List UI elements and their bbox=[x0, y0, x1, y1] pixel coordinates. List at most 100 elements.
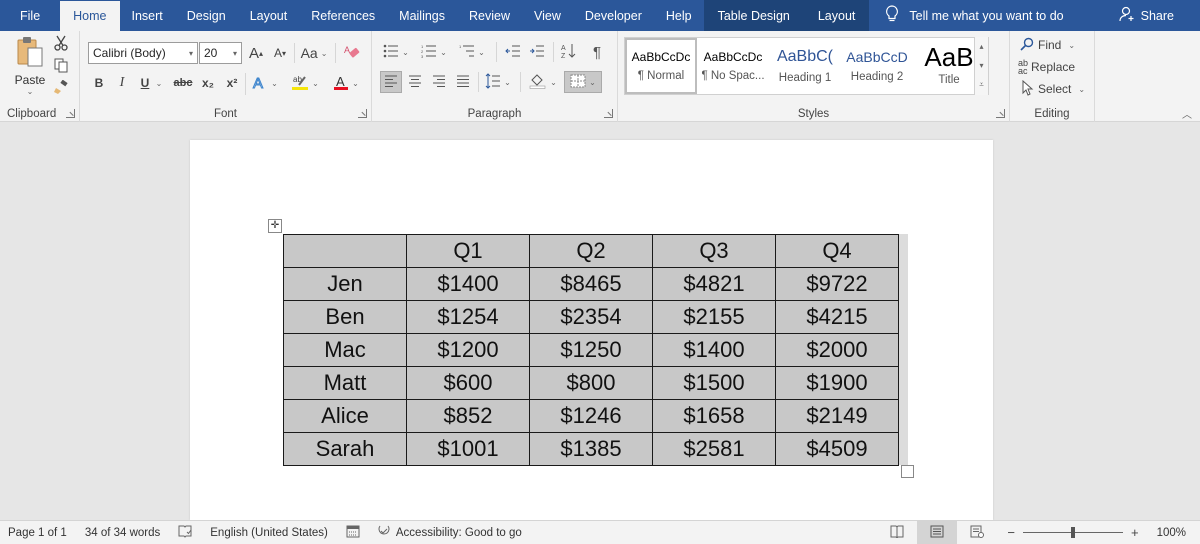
table-cell[interactable]: $2354 bbox=[529, 300, 653, 334]
print-layout-button[interactable] bbox=[917, 521, 958, 544]
style-no-spacing[interactable]: AaBbCcDc ¶ No Spac... bbox=[697, 38, 769, 94]
share-button[interactable]: Share bbox=[1119, 0, 1200, 31]
accessibility-checker[interactable]: Accessibility: Good to go bbox=[376, 524, 522, 541]
tab-layout[interactable]: Layout bbox=[238, 0, 300, 31]
justify-button[interactable] bbox=[452, 71, 474, 93]
zoom-slider[interactable] bbox=[1022, 527, 1123, 538]
scroll-up-icon[interactable]: ▴ bbox=[979, 42, 983, 51]
font-launcher-icon[interactable] bbox=[358, 109, 367, 118]
table-cell[interactable]: $4215 bbox=[775, 300, 899, 334]
table-cell[interactable]: $1254 bbox=[406, 300, 530, 334]
clipboard-launcher-icon[interactable] bbox=[66, 109, 75, 118]
increase-indent-button[interactable] bbox=[526, 41, 548, 63]
style-heading-2[interactable]: AaBbCcD Heading 2 bbox=[841, 38, 913, 94]
table-cell[interactable]: Jen bbox=[283, 267, 407, 301]
table-move-handle-icon[interactable]: ✛ bbox=[268, 219, 282, 233]
zoom-out-button[interactable]: − bbox=[1007, 525, 1015, 540]
web-layout-button[interactable] bbox=[957, 521, 997, 544]
data-table[interactable]: Q1 Q2 Q3 Q4 Jen $1400 $8465 $4821 $9722 … bbox=[283, 234, 899, 466]
macro-recording-button[interactable] bbox=[346, 525, 360, 541]
tab-view[interactable]: View bbox=[522, 0, 573, 31]
language-indicator[interactable]: English (United States) bbox=[210, 527, 328, 539]
align-right-button[interactable] bbox=[428, 71, 450, 93]
strikethrough-button[interactable]: abc bbox=[172, 73, 194, 93]
table-cell[interactable]: $1250 bbox=[529, 333, 653, 367]
page-count[interactable]: Page 1 of 1 bbox=[8, 527, 67, 539]
scroll-down-icon[interactable]: ▾ bbox=[979, 61, 983, 70]
table-cell[interactable]: $1900 bbox=[775, 366, 899, 400]
style-normal[interactable]: AaBbCcDc ¶ Normal bbox=[625, 38, 697, 94]
collapse-ribbon-button[interactable]: ︿ bbox=[1180, 107, 1194, 121]
tab-file[interactable]: File bbox=[0, 0, 60, 31]
table-cell[interactable]: Sarah bbox=[283, 432, 407, 466]
table-header-cell[interactable]: Q3 bbox=[652, 234, 776, 268]
decrease-indent-button[interactable] bbox=[502, 41, 524, 63]
table-cell[interactable]: $852 bbox=[406, 399, 530, 433]
tab-help[interactable]: Help bbox=[654, 0, 704, 31]
superscript-button[interactable]: x² bbox=[222, 73, 242, 93]
tab-developer[interactable]: Developer bbox=[573, 0, 654, 31]
table-cell[interactable]: $1001 bbox=[406, 432, 530, 466]
tab-design[interactable]: Design bbox=[175, 0, 238, 31]
table-cell[interactable]: $1400 bbox=[406, 267, 530, 301]
borders-button[interactable]: ⌄ bbox=[564, 71, 602, 93]
change-case-button[interactable]: Aa ⌄ bbox=[298, 42, 330, 64]
grow-font-button[interactable]: A ▴ bbox=[246, 42, 266, 64]
text-effects-button[interactable]: A ⌄ bbox=[250, 73, 280, 93]
italic-button[interactable]: I bbox=[113, 73, 131, 93]
show-formatting-marks-button[interactable]: ¶ bbox=[586, 41, 608, 63]
table-cell[interactable]: $2155 bbox=[652, 300, 776, 334]
table-cell[interactable]: $1500 bbox=[652, 366, 776, 400]
table-resize-handle[interactable] bbox=[901, 465, 914, 478]
tab-table-layout[interactable]: Layout bbox=[804, 0, 870, 31]
styles-launcher-icon[interactable] bbox=[996, 109, 1005, 118]
subscript-button[interactable]: x₂ bbox=[198, 73, 218, 93]
paste-button[interactable]: Paste ⌄ bbox=[10, 35, 50, 97]
table-header-cell[interactable]: Q1 bbox=[406, 234, 530, 268]
zoom-in-button[interactable]: + bbox=[1131, 525, 1139, 540]
table-cell[interactable]: $9722 bbox=[775, 267, 899, 301]
table-cell[interactable]: Ben bbox=[283, 300, 407, 334]
zoom-level[interactable]: 100% bbox=[1157, 527, 1186, 539]
tab-references[interactable]: References bbox=[299, 0, 387, 31]
table-cell[interactable]: $2581 bbox=[652, 432, 776, 466]
replace-button[interactable]: ab ac Replace bbox=[1018, 57, 1075, 77]
underline-dropdown[interactable]: ⌄ bbox=[154, 73, 164, 93]
table-cell[interactable]: Mac bbox=[283, 333, 407, 367]
copy-button[interactable] bbox=[52, 58, 70, 76]
table-cell[interactable]: Alice bbox=[283, 399, 407, 433]
table-cell[interactable]: $1200 bbox=[406, 333, 530, 367]
highlight-color-button[interactable]: ab ⌄ bbox=[288, 73, 322, 93]
table-cell[interactable]: $1400 bbox=[652, 333, 776, 367]
proofing-button[interactable] bbox=[178, 525, 192, 541]
table-cell[interactable]: $8465 bbox=[529, 267, 653, 301]
table-header-cell[interactable] bbox=[283, 234, 407, 268]
format-painter-button[interactable] bbox=[52, 79, 70, 98]
cut-button[interactable] bbox=[52, 35, 70, 53]
table-cell[interactable]: Matt bbox=[283, 366, 407, 400]
select-button[interactable]: Select ⌄ bbox=[1022, 79, 1085, 99]
bold-button[interactable]: B bbox=[90, 73, 108, 93]
tab-insert[interactable]: Insert bbox=[120, 0, 175, 31]
paragraph-launcher-icon[interactable] bbox=[604, 109, 613, 118]
font-name-combo[interactable]: Calibri (Body) ▾ bbox=[88, 42, 198, 64]
table-cell[interactable]: $1246 bbox=[529, 399, 653, 433]
zoom-slider-thumb[interactable] bbox=[1070, 527, 1075, 538]
table-cell[interactable]: $600 bbox=[406, 366, 530, 400]
sort-button[interactable]: AZ bbox=[558, 41, 580, 63]
style-heading-1[interactable]: AaBbC( Heading 1 bbox=[769, 38, 841, 94]
multilevel-list-button[interactable]: 1 ⌄ bbox=[456, 41, 488, 63]
font-color-button[interactable]: A ⌄ bbox=[330, 73, 362, 93]
clear-formatting-button[interactable]: A bbox=[342, 42, 362, 64]
bullets-button[interactable]: ⌄ bbox=[380, 41, 412, 63]
font-size-combo[interactable]: 20 ▾ bbox=[199, 42, 242, 64]
more-styles-icon[interactable]: ⩡ bbox=[979, 80, 984, 90]
table-cell[interactable]: $800 bbox=[529, 366, 653, 400]
table-cell[interactable]: $4509 bbox=[775, 432, 899, 466]
table-cell[interactable]: $1385 bbox=[529, 432, 653, 466]
paste-dropdown-icon[interactable]: ⌄ bbox=[27, 87, 34, 96]
table-header-cell[interactable]: Q2 bbox=[529, 234, 653, 268]
table-cell[interactable]: $2000 bbox=[775, 333, 899, 367]
word-count[interactable]: 34 of 34 words bbox=[85, 527, 160, 539]
table-cell[interactable]: $4821 bbox=[652, 267, 776, 301]
